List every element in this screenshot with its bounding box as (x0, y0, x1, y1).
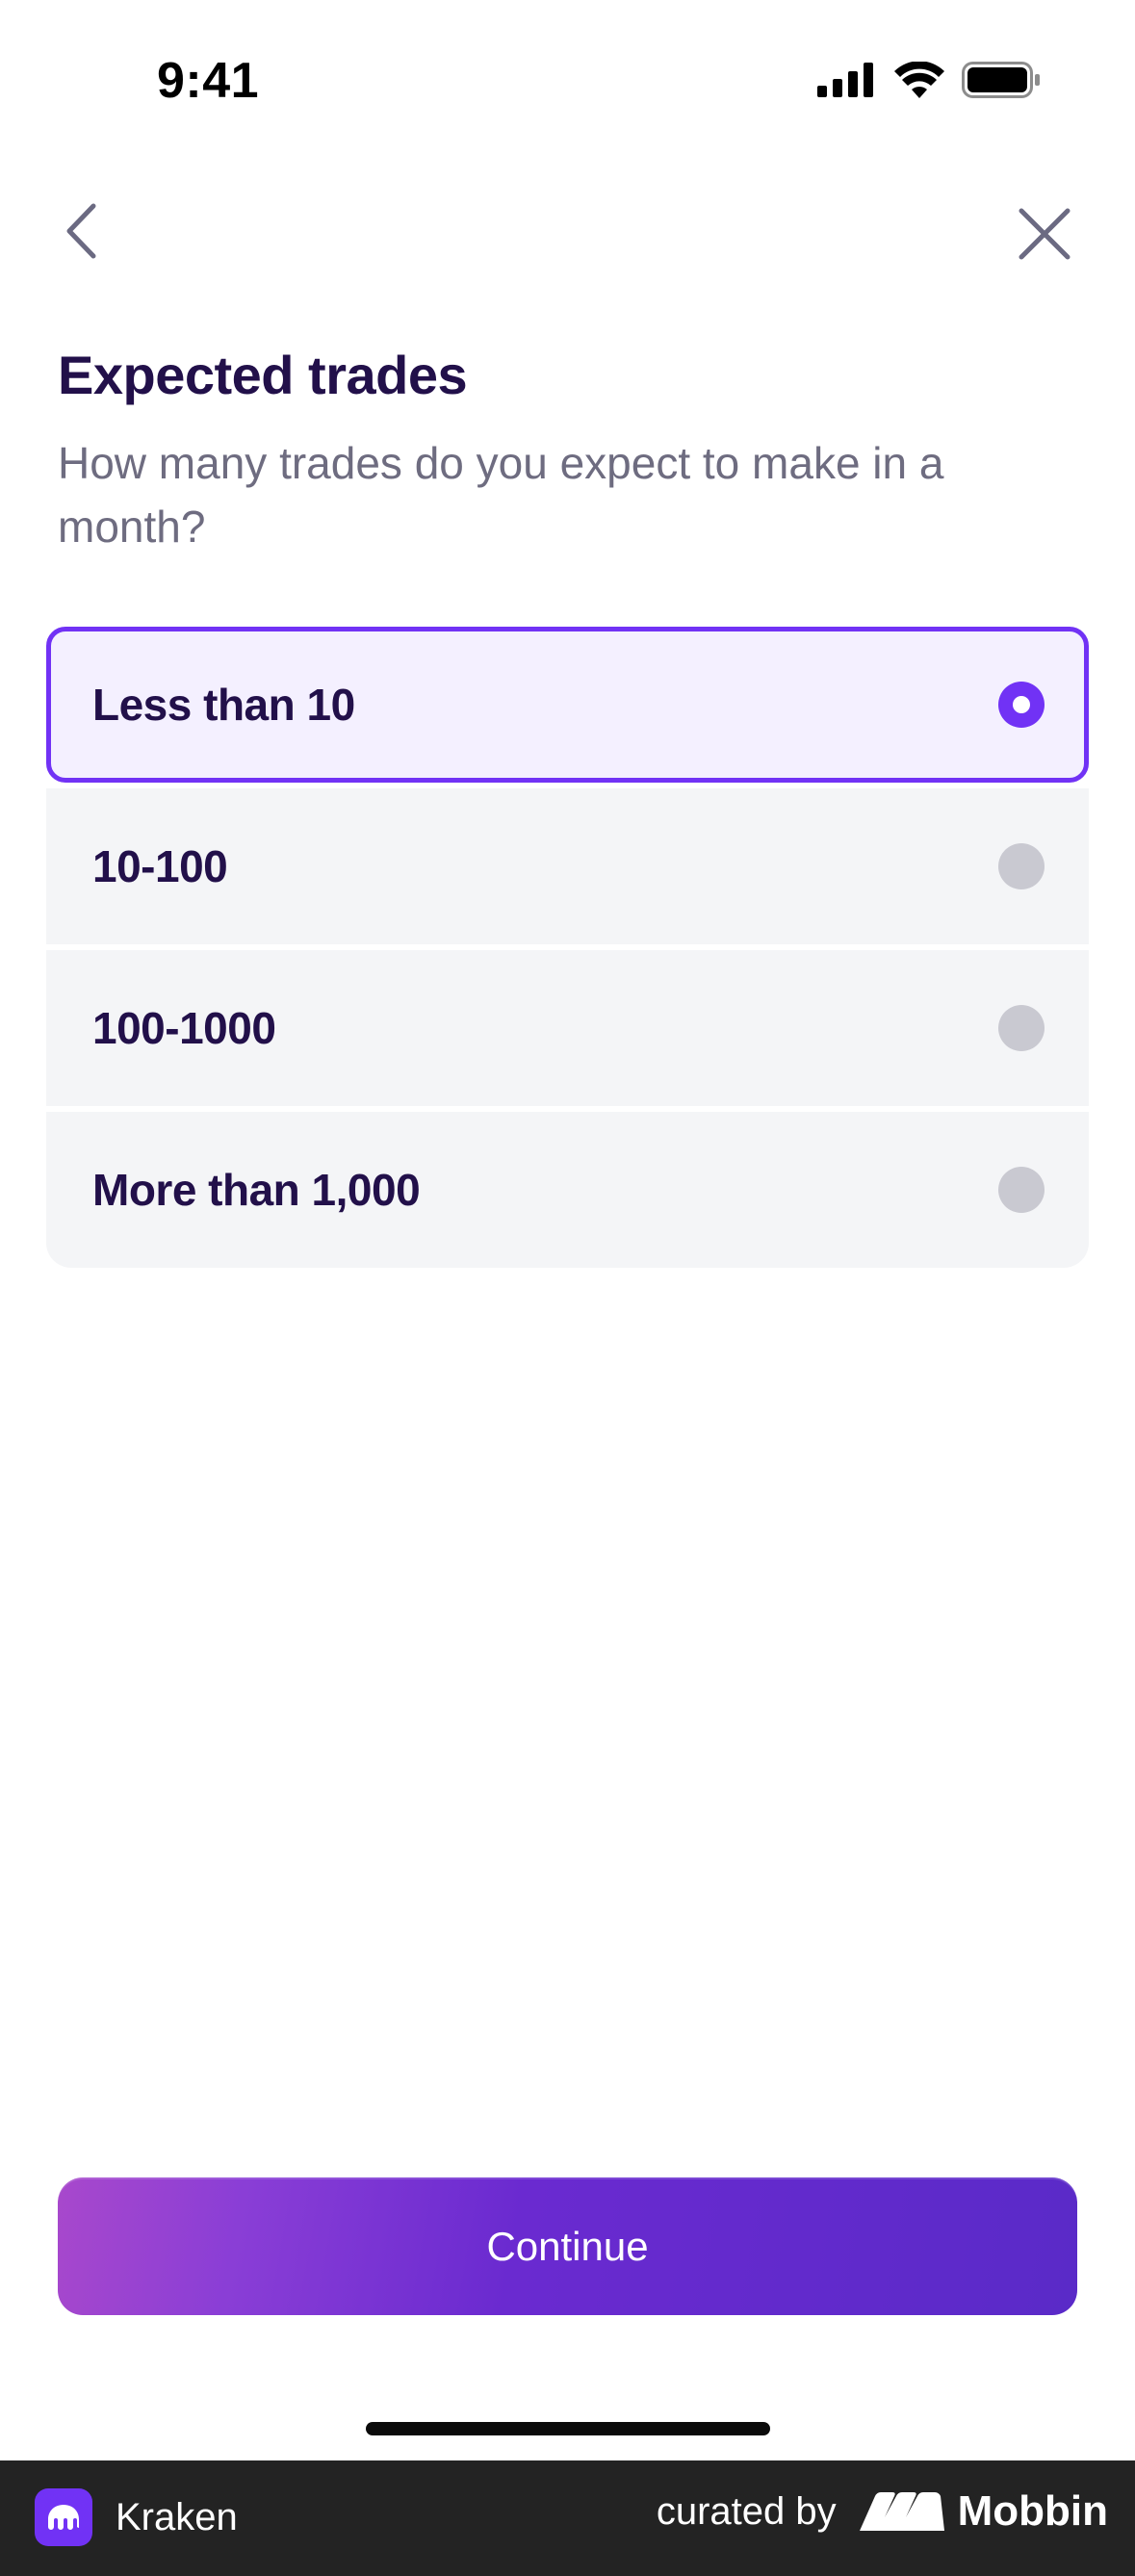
curated-by-text: curated by (656, 2489, 837, 2533)
page-subtitle: How many trades do you expect to make in… (58, 438, 944, 552)
mobbin-brand: Mobbin (859, 2487, 1108, 2536)
radio-unselected-icon[interactable] (998, 843, 1045, 889)
option-label: More than 1,000 (92, 1165, 421, 1215)
radio-selected-icon[interactable] (998, 682, 1045, 728)
battery-icon (962, 62, 1040, 98)
status-time: 9:41 (157, 53, 260, 109)
mobbin-text: Mobbin (957, 2487, 1108, 2535)
option-more-than-1000[interactable]: More than 1,000 (46, 1112, 1089, 1268)
kraken-logo-icon (35, 2488, 92, 2546)
continue-label: Continue (486, 2223, 649, 2269)
footer-app: Kraken (35, 2488, 238, 2546)
app-name: Kraken (116, 2495, 238, 2538)
option-label: Less than 10 (92, 680, 355, 730)
chevron-left-icon (66, 203, 96, 259)
trade-frequency-options: Less than 10 10-100 100-1000 More than 1… (46, 627, 1089, 1268)
status-icons (817, 62, 1041, 98)
close-icon (1019, 208, 1071, 260)
option-label: 100-1000 (92, 1003, 276, 1053)
page-title: Expected trades (58, 345, 468, 405)
back-button[interactable] (54, 193, 108, 270)
screen: 9:41 Expected trades How many trades do … (0, 0, 1135, 2576)
cellular-signal-icon (817, 63, 873, 97)
option-100-1000[interactable]: 100-1000 (46, 950, 1089, 1106)
radio-unselected-icon[interactable] (998, 1005, 1045, 1051)
option-10-100[interactable]: 10-100 (46, 788, 1089, 944)
mobbin-logo-icon (859, 2492, 944, 2531)
option-label: 10-100 (92, 841, 228, 891)
wifi-icon (894, 62, 944, 98)
continue-button[interactable]: Continue (58, 2177, 1077, 2315)
home-indicator[interactable] (366, 2422, 770, 2435)
footer-bar: Kraken curated by Mobbin (0, 2460, 1135, 2576)
close-button[interactable] (1008, 197, 1081, 270)
radio-unselected-icon[interactable] (998, 1167, 1045, 1213)
footer-curated: curated by Mobbin (657, 2487, 1108, 2536)
option-less-than-10[interactable]: Less than 10 (46, 627, 1089, 783)
